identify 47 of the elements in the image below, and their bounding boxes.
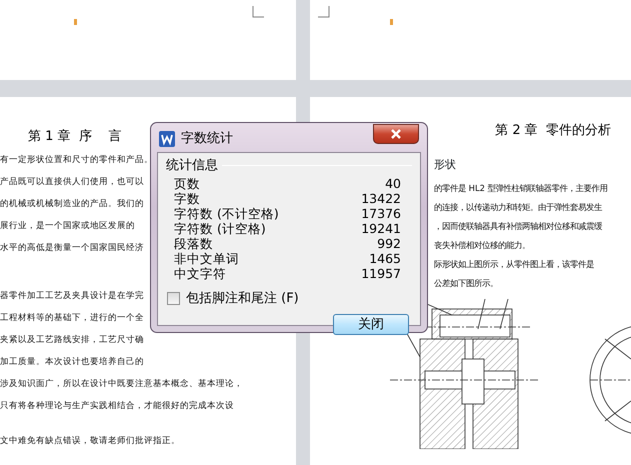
stat-label: 页数 bbox=[174, 176, 200, 191]
stat-value: 992 bbox=[377, 236, 401, 251]
text-line: 器零件加工工艺及夹具设计是在学完 bbox=[0, 290, 144, 300]
stat-label: 非中文单词 bbox=[174, 251, 239, 266]
stat-label: 字符数 (不计空格) bbox=[174, 206, 279, 221]
checkbox-label[interactable]: 包括脚注和尾注 (F) bbox=[186, 291, 299, 306]
stat-label: 中文字符 bbox=[174, 266, 226, 281]
stat-label: 段落数 bbox=[174, 236, 213, 251]
stat-value: 11957 bbox=[361, 266, 401, 281]
text-line: 丧失补偿相对位移的能力。 bbox=[434, 240, 530, 250]
text-line: 加工质量。本次设计也要培养自己的 bbox=[0, 356, 144, 366]
text-line: 展行业，是一个国家或地区发展的 bbox=[0, 220, 135, 230]
app-logo-icon bbox=[159, 130, 175, 147]
text-line: ，因而使联轴器具有补偿两轴相对位移和减震缓 bbox=[434, 221, 602, 231]
text-line: 的零件是 HL2 型弹性柱销联轴器零件，主要作用 bbox=[434, 183, 608, 193]
header-mark-icon bbox=[74, 19, 77, 25]
stat-label: 字数 bbox=[174, 191, 200, 206]
stat-label: 字符数 (计空格) bbox=[174, 221, 266, 236]
stat-value: 19241 bbox=[361, 221, 401, 236]
stat-value: 1465 bbox=[369, 251, 401, 266]
close-button[interactable]: 关闭 bbox=[333, 314, 409, 335]
stat-value: 40 bbox=[385, 176, 401, 191]
close-icon bbox=[390, 129, 402, 139]
stat-value: 17376 bbox=[361, 206, 401, 221]
text-line: 只有将各种理论与生产实践相结合，才能很好的完成本次设 bbox=[0, 400, 234, 410]
text-line: 产品既可以直接供人们使用，也可以 bbox=[0, 176, 144, 186]
close-button[interactable] bbox=[373, 124, 419, 144]
crop-mark-icon bbox=[252, 6, 264, 18]
chapter-heading: 第 2 章 零件的分析 bbox=[495, 123, 611, 138]
header-mark-icon bbox=[390, 19, 393, 25]
text-line: 文中难免有缺点错误，敬请老师们批评指正。 bbox=[0, 436, 180, 446]
text-line: 涉及知识面广，所以在设计中既要注意基本概念、基本理论， bbox=[0, 378, 243, 388]
text-line: 水平的高低是衡量一个国家国民经济 bbox=[0, 242, 144, 252]
text-line: 公差如下图所示。 bbox=[434, 278, 498, 288]
text-line: 的机械或机械制造业的产品。我们的 bbox=[0, 198, 144, 208]
text-line: 的连接，以传递动力和转矩。由于弹性套易发生 bbox=[434, 202, 602, 212]
chapter-heading: 第 1 章 序 言 bbox=[28, 128, 122, 146]
dialog-title: 字数统计 bbox=[181, 130, 233, 148]
text-line: 有一定形状位置和尺寸的零件和产品。 bbox=[0, 154, 153, 164]
section-title: 统计信息 bbox=[166, 158, 218, 173]
text-line: 工程材料等的基础下，进行的一个全 bbox=[0, 312, 144, 322]
stat-value: 13422 bbox=[361, 191, 401, 206]
crop-mark-icon bbox=[318, 6, 330, 18]
footnote-checkbox[interactable] bbox=[167, 292, 180, 305]
section-heading: 形状 bbox=[434, 158, 456, 171]
text-line: 际形状如上图所示，从零件图上看，该零件是 bbox=[434, 259, 594, 269]
text-line: 夹紧以及工艺路线安排，工艺尺寸确 bbox=[0, 334, 144, 344]
